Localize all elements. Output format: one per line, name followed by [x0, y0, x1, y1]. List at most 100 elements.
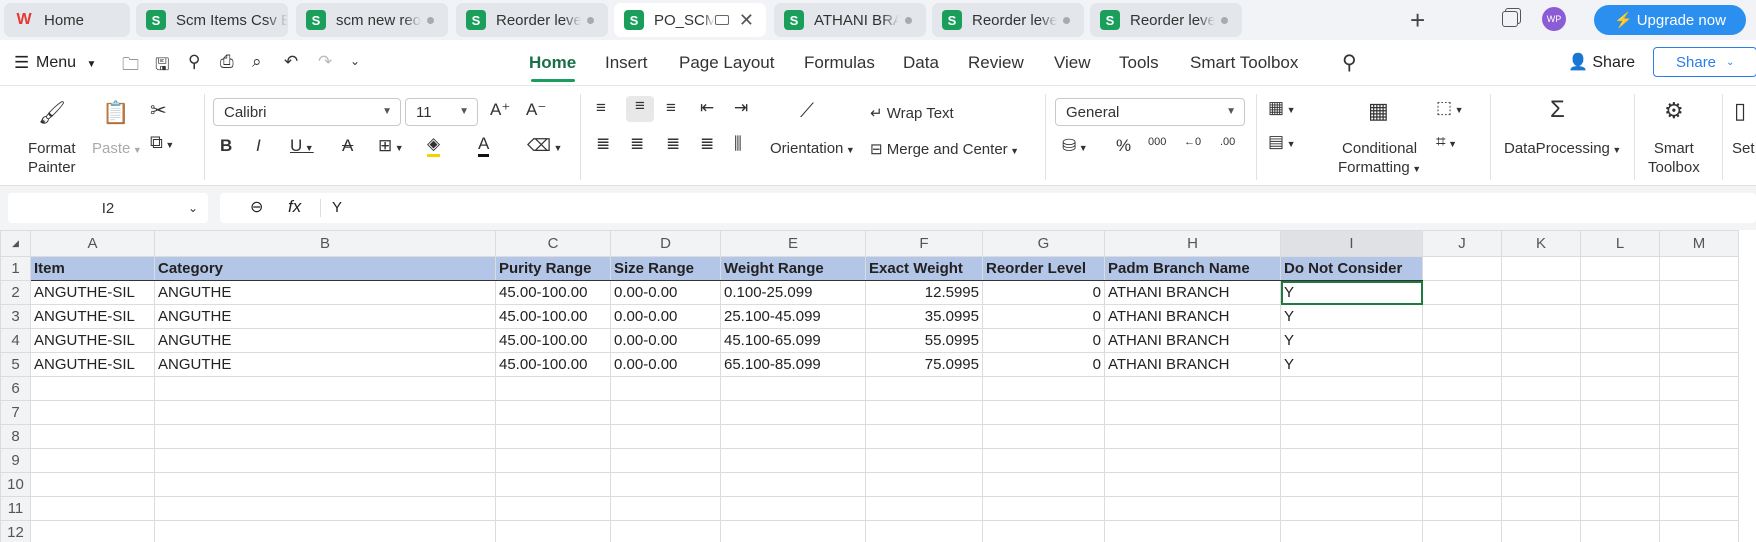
tab-scm-new-reorder[interactable]: S scm new reorde [296, 3, 448, 37]
dataprocessing-button[interactable]: DataProcessing ▼ [1504, 140, 1621, 157]
merge-center-button[interactable]: ⊟ Merge and Center ▼ [870, 140, 1019, 158]
cell[interactable] [1104, 424, 1281, 449]
cell-header[interactable]: Padm Branch Name [1104, 256, 1281, 281]
cell[interactable] [1422, 352, 1502, 377]
cell[interactable] [1501, 424, 1581, 449]
cell[interactable] [1501, 496, 1581, 521]
cell[interactable]: 45.00-100.00 [495, 304, 611, 329]
cell[interactable] [865, 520, 983, 542]
cell[interactable] [495, 400, 611, 425]
row-header[interactable]: 8 [0, 424, 31, 449]
active-cell[interactable]: Y [1280, 280, 1423, 305]
cell[interactable] [720, 448, 866, 473]
select-all-corner[interactable]: ◢ [0, 230, 31, 257]
cell[interactable] [1501, 400, 1581, 425]
cell[interactable] [495, 376, 611, 401]
cell[interactable] [1501, 256, 1581, 281]
cell[interactable] [1580, 280, 1660, 305]
cell[interactable]: 35.0995 [865, 304, 983, 329]
cell[interactable]: 55.0995 [865, 328, 983, 353]
cell[interactable] [154, 400, 496, 425]
cell[interactable] [982, 472, 1105, 497]
row-header[interactable]: 12 [0, 520, 31, 542]
crop-icon[interactable]: ⌗ ▼ [1436, 132, 1457, 152]
save-icon[interactable]: 🖫 [155, 52, 169, 81]
cell[interactable] [1659, 328, 1739, 353]
row-header[interactable]: 10 [0, 472, 31, 497]
print-icon[interactable]: ⎙ [220, 52, 234, 72]
cell[interactable] [495, 472, 611, 497]
increase-indent-icon[interactable]: ⇥ [734, 98, 748, 118]
tab-review[interactable]: Review [968, 53, 1024, 73]
cell[interactable] [1104, 520, 1281, 542]
cell[interactable] [1422, 424, 1502, 449]
col-header-d[interactable]: D [610, 230, 721, 257]
cell[interactable] [1659, 472, 1739, 497]
cell[interactable] [982, 400, 1105, 425]
cell[interactable] [720, 472, 866, 497]
tab-reorder-level-3[interactable]: S Reorder level R [1090, 3, 1242, 37]
wrap-text-button[interactable]: ↵ Wrap Text [870, 104, 954, 122]
cell[interactable]: 0.00-0.00 [610, 280, 721, 305]
row-header[interactable]: 7 [0, 400, 31, 425]
cell[interactable]: 0 [982, 280, 1105, 305]
cell[interactable] [154, 424, 496, 449]
cell[interactable] [30, 376, 155, 401]
settings-button[interactable]: Set [1732, 140, 1755, 157]
align-right-icon[interactable]: ≣ [666, 134, 680, 154]
cell[interactable]: 65.100-85.099 [720, 352, 866, 377]
window-restore-icon[interactable] [1502, 11, 1518, 27]
cell[interactable] [610, 448, 721, 473]
tab-tools[interactable]: Tools [1119, 53, 1159, 73]
cell[interactable]: ANGUTHE [154, 352, 496, 377]
cell[interactable] [1659, 400, 1739, 425]
orientation-button[interactable]: Orientation ▼ [770, 140, 855, 157]
col-header-c[interactable]: C [495, 230, 611, 257]
cell[interactable]: 0 [982, 352, 1105, 377]
zoom-icon[interactable]: ⊖ [250, 197, 263, 217]
align-bottom-icon[interactable]: ≡ [666, 98, 676, 118]
cell[interactable] [1422, 496, 1502, 521]
row-header[interactable]: 1 [0, 256, 31, 281]
cell[interactable] [720, 400, 866, 425]
cell[interactable] [1501, 328, 1581, 353]
cell[interactable] [1501, 304, 1581, 329]
row-header[interactable]: 9 [0, 448, 31, 473]
cell[interactable] [1280, 424, 1423, 449]
cell-header[interactable]: Do Not Consider [1280, 256, 1423, 281]
cell[interactable] [982, 424, 1105, 449]
cell[interactable] [154, 496, 496, 521]
cell[interactable] [720, 424, 866, 449]
fill-color-icon[interactable]: ◈ [427, 134, 441, 157]
cell[interactable] [1580, 448, 1660, 473]
cell[interactable] [1659, 280, 1739, 305]
cell[interactable] [154, 448, 496, 473]
row-header[interactable]: 3 [0, 304, 31, 329]
cell[interactable]: 0.100-25.099 [720, 280, 866, 305]
cell-header[interactable]: Reorder Level [982, 256, 1105, 281]
cell[interactable] [1422, 304, 1502, 329]
cell[interactable] [982, 448, 1105, 473]
conditional-formatting-button[interactable]: Conditional Formatting ▼ [1338, 139, 1421, 179]
cell[interactable] [1104, 496, 1281, 521]
cell[interactable] [1422, 376, 1502, 401]
cell-header[interactable]: Exact Weight [865, 256, 983, 281]
cell[interactable] [30, 496, 155, 521]
cell[interactable] [1104, 400, 1281, 425]
cell[interactable] [610, 496, 721, 521]
cell[interactable] [1501, 352, 1581, 377]
cell[interactable]: 0.00-0.00 [610, 328, 721, 353]
align-middle-icon[interactable]: ≡ [626, 96, 654, 122]
cell[interactable]: ATHANI BRANCH [1104, 304, 1281, 329]
cell[interactable] [154, 520, 496, 542]
col-header-h[interactable]: H [1104, 230, 1281, 257]
tab-smart-toolbox[interactable]: Smart Toolbox [1190, 53, 1298, 73]
tab-data[interactable]: Data [903, 53, 939, 73]
cell[interactable] [154, 376, 496, 401]
close-icon[interactable]: ✕ [739, 10, 754, 31]
underline-icon[interactable]: U ▼ [290, 136, 314, 156]
cell[interactable] [30, 400, 155, 425]
col-header-l[interactable]: L [1580, 230, 1660, 257]
copy-icon[interactable]: ⧉ ▼ [150, 132, 174, 153]
cell[interactable]: Y [1280, 328, 1423, 353]
